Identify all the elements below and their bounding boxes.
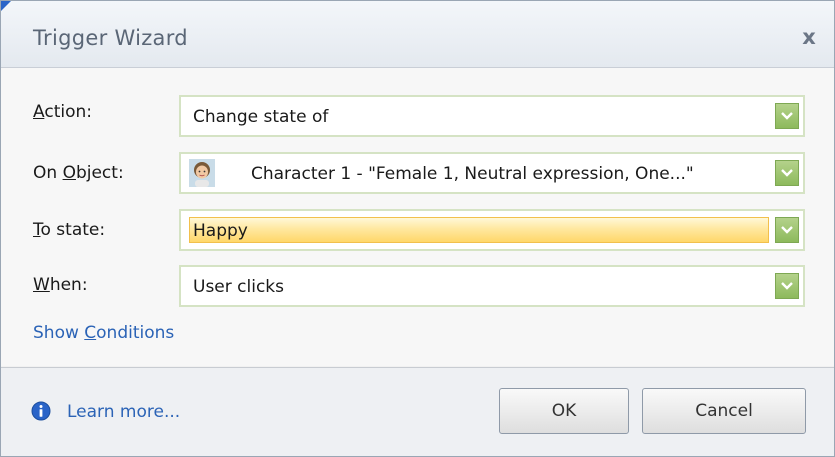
- dialog-footer: Learn more... OK Cancel: [1, 368, 834, 456]
- show-conditions-pre: Show: [33, 323, 85, 343]
- action-label: Action:: [33, 102, 92, 122]
- action-combo[interactable]: Change state of: [179, 95, 805, 137]
- to-state-label: To state:: [33, 220, 105, 240]
- to-state-selected-field[interactable]: Happy: [189, 217, 769, 243]
- cancel-button[interactable]: Cancel: [642, 388, 806, 434]
- chevron-down-icon: [781, 169, 793, 177]
- when-combo[interactable]: User clicks: [179, 265, 805, 307]
- when-label: When:: [33, 275, 88, 295]
- show-conditions-rest: onditions: [96, 323, 175, 343]
- on-object-label-pre: On: [33, 163, 63, 183]
- to-state-value: Happy: [193, 221, 248, 241]
- character-avatar-icon: [189, 159, 215, 187]
- when-value: User clicks: [193, 277, 284, 297]
- info-icon: [31, 401, 51, 421]
- show-conditions-mnemonic: C: [84, 323, 97, 343]
- to-state-label-mnemonic: T: [33, 220, 41, 240]
- on-object-label-mnemonic: O: [62, 163, 76, 183]
- ok-button[interactable]: OK: [499, 388, 629, 434]
- when-label-rest: hen:: [49, 275, 88, 295]
- learn-more-link[interactable]: Learn more...: [67, 402, 180, 422]
- action-dropdown-button[interactable]: [775, 103, 799, 129]
- to-state-combo[interactable]: Happy: [179, 209, 805, 251]
- chevron-down-icon: [781, 282, 793, 290]
- when-label-mnemonic: W: [33, 275, 50, 295]
- dialog-title: Trigger Wizard: [33, 26, 188, 50]
- form-area: Action: Change state of On Object: Chara…: [1, 68, 834, 366]
- show-conditions-link[interactable]: Show Conditions: [33, 323, 174, 343]
- title-bar[interactable]: Trigger Wizard x: [1, 1, 834, 68]
- on-object-label-rest: bject:: [75, 163, 124, 183]
- on-object-dropdown-button[interactable]: [775, 160, 799, 186]
- when-dropdown-button[interactable]: [775, 273, 799, 299]
- to-state-label-rest: o state:: [40, 220, 106, 240]
- close-button[interactable]: x: [798, 27, 820, 49]
- action-value: Change state of: [193, 107, 329, 127]
- chevron-down-icon: [781, 112, 793, 120]
- chevron-down-icon: [781, 226, 793, 234]
- on-object-combo[interactable]: Character 1 - "Female 1, Neutral express…: [179, 152, 805, 194]
- on-object-label: On Object:: [33, 163, 124, 183]
- corner-accent: [1, 1, 11, 11]
- to-state-dropdown-button[interactable]: [775, 217, 799, 243]
- trigger-wizard-dialog: Trigger Wizard x Action: Change state of…: [0, 0, 835, 457]
- on-object-value: Character 1 - "Female 1, Neutral express…: [251, 164, 694, 184]
- action-label-mnemonic: A: [33, 102, 45, 122]
- action-label-rest: ction:: [44, 102, 92, 122]
